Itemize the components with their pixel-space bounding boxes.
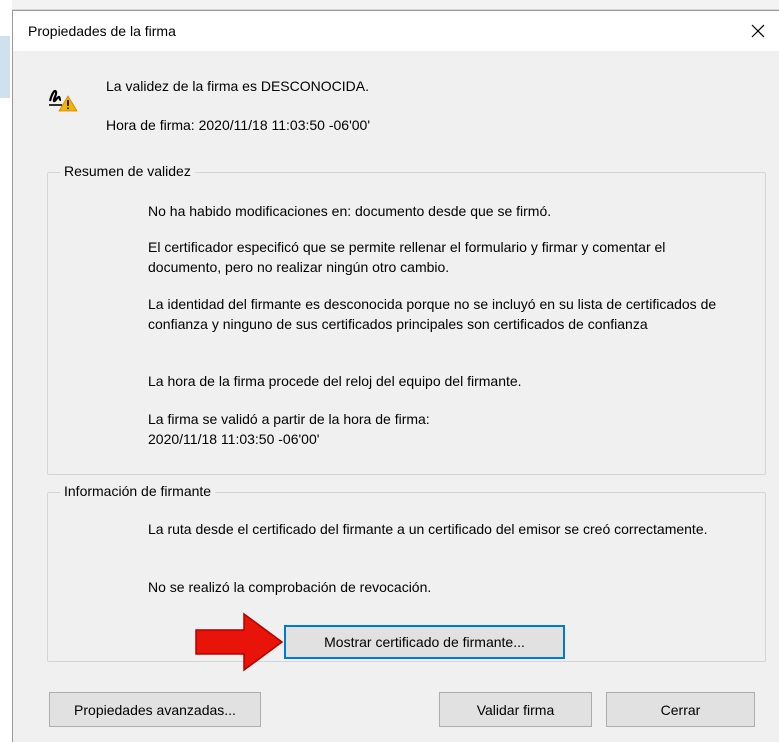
signer-text: No se realizó la comprobación de revocac… <box>148 579 432 595</box>
signature-properties-dialog: Propiedades de la firma La validez de la… <box>12 10 779 742</box>
summary-text: El certificador especificó que se permit… <box>148 239 666 275</box>
signing-time: Hora de firma: 2020/11/18 11:03:50 -06'0… <box>106 117 371 133</box>
signature-warning-icon <box>48 89 78 112</box>
background-window <box>0 0 12 742</box>
validity-status: La validez de la firma es DESCONOCIDA. <box>106 78 369 94</box>
validate-signature-button[interactable]: Validar firma <box>439 692 592 727</box>
group-legend: Información de firmante <box>60 483 216 499</box>
show-signer-certificate-button[interactable]: Mostrar certificado de firmante... <box>284 625 565 659</box>
signer-text: La ruta desde el certificado del firmant… <box>148 521 708 537</box>
background-window-edge <box>0 0 779 10</box>
summary-text: La identidad del firmante es desconocida… <box>148 296 717 332</box>
summary-text: La firma se validó a partir de la hora d… <box>148 411 430 447</box>
close-icon <box>751 24 765 38</box>
close-window-button[interactable] <box>741 15 775 47</box>
advanced-properties-button[interactable]: Propiedades avanzadas... <box>49 692 261 727</box>
validity-summary-group: Resumen de validez No ha habido modifica… <box>47 163 766 475</box>
background-selection <box>0 36 10 98</box>
summary-text: No ha habido modificaciones en: document… <box>148 203 552 219</box>
title-bar: Propiedades de la firma <box>13 11 779 51</box>
window-title: Propiedades de la firma <box>28 23 176 39</box>
close-button[interactable]: Cerrar <box>606 692 755 727</box>
red-arrow-annotation <box>195 612 284 672</box>
summary-text: La hora de la firma procede del reloj de… <box>148 373 522 389</box>
group-legend: Resumen de validez <box>60 163 195 179</box>
